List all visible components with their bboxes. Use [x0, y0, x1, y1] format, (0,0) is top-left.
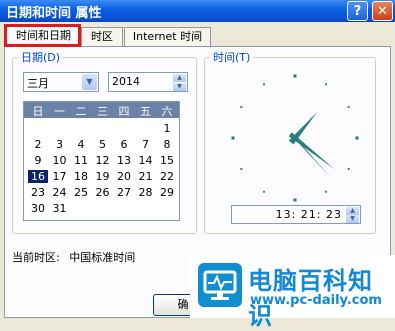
- calendar-day[interactable]: 17: [50, 170, 70, 183]
- calendar-day[interactable]: 19: [93, 170, 113, 183]
- calendar-day[interactable]: 7: [136, 138, 156, 151]
- calendar-day[interactable]: 13: [114, 154, 134, 167]
- hour-marker: [240, 106, 243, 108]
- calendar-day[interactable]: 6: [114, 138, 134, 151]
- hour-marker: [293, 74, 297, 78]
- date-group-legend: 日期(D): [18, 49, 64, 65]
- watermark-url: www.pc-daily.com: [250, 293, 382, 308]
- calendar-day[interactable]: 4: [71, 138, 91, 151]
- weekday-label: 六: [161, 105, 173, 118]
- calendar-day[interactable]: 9: [28, 154, 48, 167]
- month-value: 三月: [27, 77, 49, 90]
- calendar-grid[interactable]: 日一二三四五六 1 2 3 4 5 6 7 8 9 10 11 12 13 14 15 16 17 18 19 20 2…: [23, 101, 180, 221]
- calendar-day[interactable]: 18: [71, 170, 91, 183]
- watermark: 电脑百科知识 www.pc-daily.com: [190, 255, 395, 330]
- hour-hand: [288, 112, 318, 145]
- calendar-day[interactable]: 23: [28, 186, 48, 199]
- calendar-day[interactable]: 10: [50, 154, 70, 167]
- monitor-logo-icon: [198, 263, 242, 307]
- time-input[interactable]: 13: 21: 23 ▲ ▼: [231, 205, 361, 224]
- hour-marker: [263, 190, 265, 193]
- calendar-day[interactable]: 21: [136, 170, 156, 183]
- weekday-label: 四: [118, 105, 130, 118]
- calendar-day[interactable]: 30: [28, 202, 48, 215]
- highlight-frame: [4, 24, 81, 47]
- calendar-day[interactable]: 15: [157, 154, 177, 167]
- hour-marker: [347, 106, 350, 108]
- month-select[interactable]: 三月 ▼: [23, 72, 99, 92]
- chevron-down-icon[interactable]: ▼: [82, 74, 97, 90]
- year-value: 2014: [112, 75, 140, 88]
- calendar-day[interactable]: 5: [93, 138, 113, 151]
- window-title: 日期和时间 属性: [6, 6, 102, 21]
- calendar-day[interactable]: 26: [93, 186, 113, 199]
- analog-clock: [231, 74, 359, 202]
- timezone-label: 当前时区:: [12, 251, 60, 264]
- time-group-legend: 时间(T): [210, 49, 254, 65]
- year-spinner[interactable]: 2014 ▲ ▼: [108, 72, 188, 92]
- calendar-day[interactable]: 29: [157, 186, 177, 199]
- spin-down-icon[interactable]: ▼: [346, 215, 359, 223]
- calendar-day[interactable]: 27: [114, 186, 134, 199]
- close-button[interactable]: ✕: [372, 1, 393, 21]
- calendar-day[interactable]: 20: [114, 170, 134, 183]
- hour-marker: [355, 136, 359, 140]
- tab-timezone[interactable]: 时区: [81, 27, 123, 46]
- timezone-value: 中国标准时间: [69, 251, 136, 264]
- time-value: 13: 21: 23: [275, 208, 342, 221]
- hour-marker: [240, 168, 243, 170]
- calendar-day[interactable]: 12: [93, 154, 113, 167]
- hour-marker: [347, 168, 350, 170]
- calendar-day[interactable]: 11: [71, 154, 91, 167]
- tab-internet-time[interactable]: Internet 时间: [124, 27, 211, 46]
- weekday-label: 二: [75, 105, 87, 118]
- current-timezone: 当前时区: 中国标准时间: [12, 249, 135, 265]
- weekday-header: 日一二三四五六: [24, 102, 179, 118]
- weekday-label: 一: [54, 105, 65, 118]
- second-hand: [290, 133, 332, 179]
- calendar-day[interactable]: 14: [136, 154, 156, 167]
- weekday-label: 五: [140, 105, 151, 118]
- calendar-day[interactable]: 16: [28, 170, 48, 183]
- spin-up-icon[interactable]: ▲: [173, 74, 186, 82]
- calendar-day[interactable]: 31: [50, 202, 70, 215]
- hour-marker: [325, 190, 327, 193]
- hour-marker: [293, 198, 297, 202]
- calendar-day[interactable]: 8: [157, 138, 177, 151]
- title-bar[interactable]: 日期和时间 属性 ? ✕: [0, 0, 395, 22]
- weekday-label: 三: [97, 105, 108, 118]
- spin-down-icon[interactable]: ▼: [173, 83, 186, 91]
- calendar-day[interactable]: 25: [71, 186, 91, 199]
- calendar-day[interactable]: 3: [50, 138, 70, 151]
- calendar-day[interactable]: 1: [157, 122, 177, 135]
- weekday-label: 日: [32, 105, 44, 118]
- calendar-day[interactable]: 22: [157, 170, 177, 183]
- spin-up-icon[interactable]: ▲: [346, 207, 359, 215]
- calendar-day[interactable]: 28: [136, 186, 156, 199]
- hour-marker: [231, 136, 235, 140]
- hour-marker: [263, 83, 265, 86]
- hour-marker: [325, 83, 327, 86]
- help-button[interactable]: ?: [347, 1, 368, 21]
- calendar-day[interactable]: 2: [28, 138, 48, 151]
- calendar-day[interactable]: 24: [50, 186, 70, 199]
